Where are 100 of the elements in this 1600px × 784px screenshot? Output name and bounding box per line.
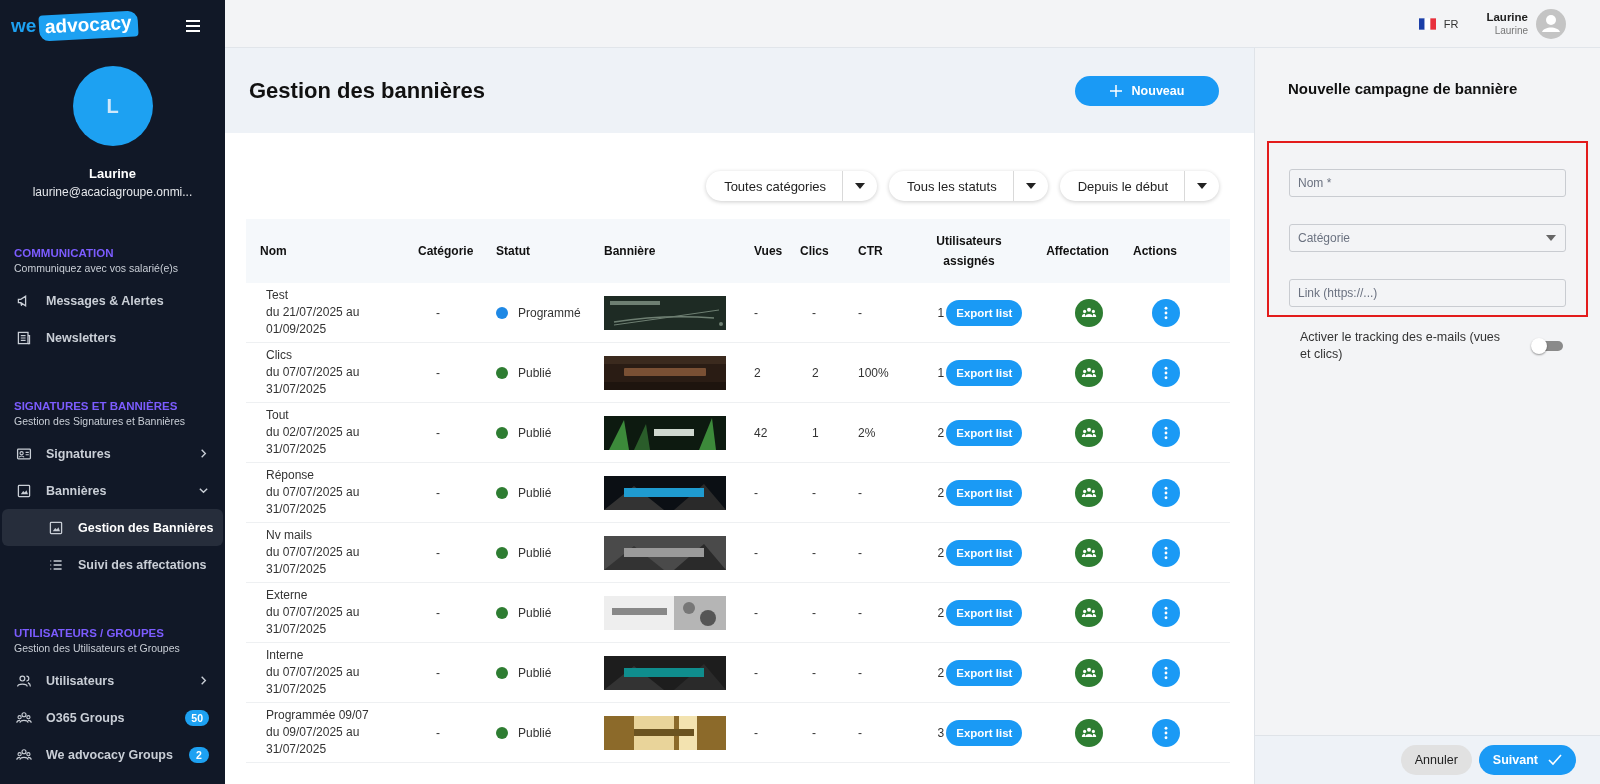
assign-button[interactable] <box>1074 478 1103 507</box>
filter-dropdown[interactable]: Toutes catégories <box>706 171 878 201</box>
table-cell: 1 <box>937 365 945 380</box>
group-icon <box>16 709 32 726</box>
table-cell: 2 <box>937 605 945 620</box>
section-subtitle: Gestion des Utilisateurs et Groupes <box>13 641 181 654</box>
banner-name: Interne <box>266 647 305 664</box>
table-cell-text: 2 <box>811 365 820 380</box>
filter-dropdown[interactable]: Tous les statuts <box>889 171 1048 201</box>
table-cell-text: - <box>754 605 759 620</box>
menu-icon[interactable] <box>185 19 201 33</box>
section-title: UTILISATEURS / GROUPES <box>13 627 165 639</box>
toggle-switch[interactable] <box>1531 338 1563 354</box>
assign-button[interactable] <box>1074 418 1103 447</box>
table-cell: 2 <box>937 545 945 560</box>
table-cell-text: 1 <box>811 425 820 440</box>
assign-button[interactable] <box>1074 538 1103 567</box>
input-field[interactable]: Nom * <box>1289 169 1566 197</box>
category-select[interactable]: Catégorie <box>1289 224 1566 252</box>
assign-button[interactable] <box>1074 298 1103 327</box>
table-cell: 2 <box>937 425 945 440</box>
more-button[interactable] <box>1152 358 1180 387</box>
date-range: du 07/07/2025 au 31/07/2025 <box>266 604 361 638</box>
assign-button[interactable] <box>1074 358 1103 387</box>
status-label: Programmé <box>518 305 581 320</box>
date-range: du 07/07/2025 au 31/07/2025 <box>266 664 361 698</box>
sidebar-item[interactable]: Messages & Alertes <box>2 282 223 319</box>
date-range: du 09/07/2025 au 31/07/2025 <box>266 724 361 758</box>
caret-icon <box>1197 183 1207 189</box>
more-button[interactable] <box>1152 718 1180 747</box>
logo-text: advocacy <box>38 10 139 42</box>
banner-name: Réponse <box>266 467 316 484</box>
table-cell-text: - <box>754 725 759 740</box>
table-cell-text: - <box>811 305 817 320</box>
table-cell-text: - <box>811 725 817 740</box>
date-range: du 21/07/2025 au 01/09/2025 <box>266 304 361 338</box>
column-header: CTR <box>858 244 884 258</box>
table-cell-text: - <box>858 665 863 680</box>
table-cell: 2 <box>937 665 945 680</box>
flag-icon <box>1418 17 1436 30</box>
assign-button[interactable] <box>1074 598 1103 627</box>
table-cell: 3 <box>937 725 945 740</box>
table-cell-text: 2% <box>858 425 877 440</box>
cancel-button[interactable]: Annuler <box>1400 745 1472 775</box>
count-badge: 2 <box>189 746 209 763</box>
user-email: laurine@acaciagroupe.onmi... <box>31 185 194 199</box>
more-button[interactable] <box>1152 538 1180 567</box>
filter-dropdown[interactable]: Depuis le début <box>1059 171 1219 201</box>
date-range: du 02/07/2025 au 31/07/2025 <box>266 424 361 458</box>
more-button[interactable] <box>1152 478 1180 507</box>
date-range: du 07/07/2025 au 31/07/2025 <box>266 364 361 398</box>
table-cell-text: - <box>435 545 441 560</box>
input-field[interactable]: Link (https://...) <box>1289 279 1566 307</box>
column-header: Bannière <box>604 244 657 258</box>
sidebar-item[interactable]: We advocacy Groups 2 <box>2 736 223 773</box>
assign-button[interactable] <box>1074 718 1103 747</box>
table-cell-text: - <box>811 665 817 680</box>
banner-name: Programmée 09/07 <box>266 707 370 724</box>
check-icon <box>1548 754 1562 766</box>
item-label: Utilisateurs <box>46 673 116 688</box>
toggle-label: Activer le tracking des e-mails (vues et clics) <box>1300 329 1502 363</box>
sidebar-item[interactable]: Gestion des Bannières <box>2 509 223 546</box>
sidebar-item[interactable]: Signatures <box>2 435 223 472</box>
item-label: Messages & Alertes <box>46 293 165 308</box>
sidebar-item[interactable]: Newsletters <box>2 319 223 356</box>
image-icon <box>16 482 32 499</box>
sidebar-item[interactable]: Utilisateurs <box>2 662 223 699</box>
table-cell-text: - <box>435 425 441 440</box>
table-cell-text: - <box>858 725 863 740</box>
more-button[interactable] <box>1152 418 1180 447</box>
panel-title: Nouvelle campagne de bannière <box>1288 80 1519 97</box>
sidebar-item[interactable]: Suivi des affectations <box>2 546 223 583</box>
item-label: We advocacy Groups <box>46 747 174 762</box>
table-cell-text: - <box>435 605 441 620</box>
caret-icon <box>1025 183 1036 189</box>
user-name: Laurine <box>1486 11 1528 23</box>
sidebar-item[interactable]: O365 Groups 50 <box>2 699 223 736</box>
sidebar-item[interactable]: Bannières <box>2 472 223 509</box>
column-header: Catégorie <box>418 244 475 258</box>
user-name: Laurine <box>88 166 137 181</box>
table-cell-text: - <box>754 665 759 680</box>
banner-name: Tout <box>266 407 290 424</box>
more-button[interactable] <box>1152 298 1180 327</box>
section-title: SIGNATURES ET BANNIÈRES <box>13 400 179 412</box>
table-cell-text: - <box>858 485 863 500</box>
section-subtitle: Gestion des Signatures et Bannières <box>13 414 187 427</box>
status-label: Publié <box>518 365 552 380</box>
avatar: L <box>72 66 153 146</box>
table-cell-text: - <box>858 605 863 620</box>
page-title: Gestion des bannières <box>249 77 485 104</box>
banner-name: Test <box>266 287 289 304</box>
table-cell-text: - <box>858 305 863 320</box>
group-icon <box>16 746 32 763</box>
assign-button[interactable] <box>1074 658 1103 687</box>
more-button[interactable] <box>1152 598 1180 627</box>
table-cell-text: - <box>435 365 441 380</box>
language-label[interactable]: FR <box>1443 17 1459 30</box>
status-label: Publié <box>518 425 552 440</box>
item-label: Suivi des affectations <box>78 557 208 572</box>
more-button[interactable] <box>1152 658 1180 687</box>
